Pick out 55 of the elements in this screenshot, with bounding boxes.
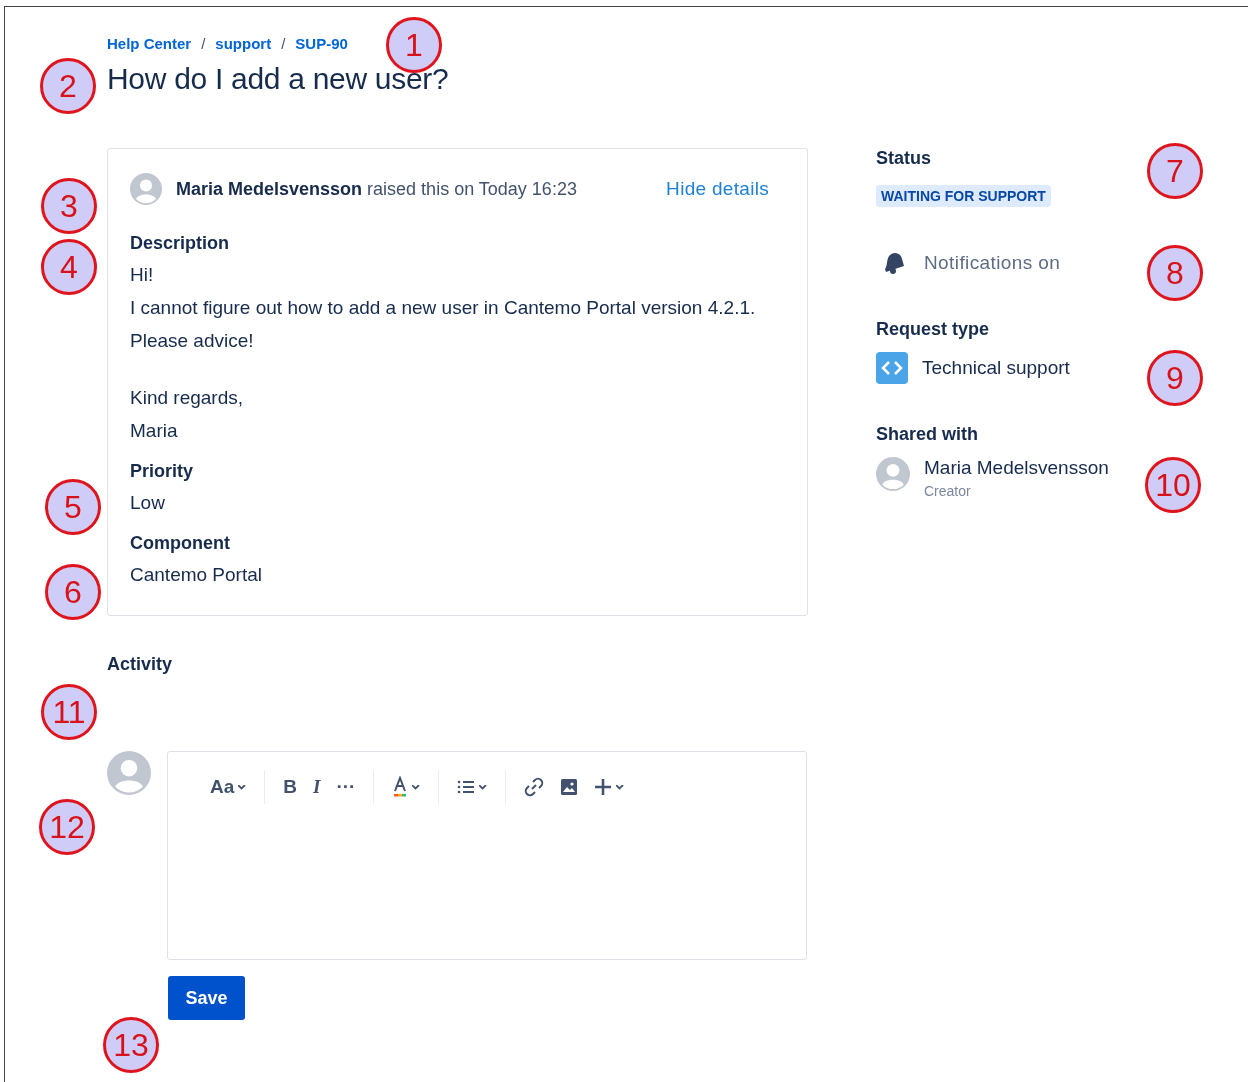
breadcrumb-link[interactable]: Help Center (107, 35, 192, 52)
field-value: Please advice! (130, 329, 255, 353)
field-value: I cannot figure out how to add a new user in Cantemo Portal version 4.2.1. (130, 296, 757, 320)
breadcrumb-separator: / (201, 35, 206, 52)
callout-number: 8 (1147, 245, 1203, 301)
bullet-list-icon (457, 779, 476, 795)
participant-role: Creator (924, 483, 972, 499)
field-label: Description (130, 233, 231, 254)
callout-number: 4 (41, 239, 97, 295)
callout-number: 7 (1147, 143, 1203, 199)
field-label: Priority (130, 461, 195, 482)
callout-number: 3 (41, 178, 97, 234)
field-value: Low (130, 491, 166, 515)
bold-button[interactable]: B (277, 772, 304, 802)
callout-number: 2 (40, 58, 96, 114)
callout-number: 5 (45, 479, 101, 535)
field-value: Maria (130, 419, 179, 443)
callout-number: 6 (45, 564, 101, 620)
request-type-label: Request type (876, 319, 991, 340)
avatar-icon (876, 457, 910, 491)
shared-with-label: Shared with (876, 424, 979, 445)
status-lozenge: WAITING FOR SUPPORT (876, 185, 1051, 207)
breadcrumb-link[interactable]: support (215, 35, 272, 52)
chevron-down-icon (412, 784, 421, 790)
callout-number: 11 (41, 684, 97, 740)
participant-name: Maria Medelsvensson (924, 457, 1109, 479)
text-color-icon (392, 776, 409, 798)
status-label: Status (876, 148, 932, 169)
field-value: Kind regards, (130, 386, 244, 410)
text-style-button[interactable]: Aa (204, 772, 253, 802)
code-icon (876, 352, 908, 384)
avatar-icon (107, 751, 151, 795)
breadcrumb-link[interactable]: SUP-90 (295, 35, 348, 52)
breadcrumb-separator: / (281, 35, 286, 52)
notifications-text[interactable]: Notifications on (924, 252, 1061, 274)
raised-by-text: Maria Medelsvensson raised this on Today 16:23 (176, 178, 578, 200)
plus-icon (594, 778, 613, 796)
field-value: Cantemo Portal (130, 563, 263, 587)
chevron-down-icon (479, 784, 488, 790)
chevron-down-icon (238, 784, 247, 790)
field-value: Hi! (130, 263, 155, 287)
activity-heading: Activity (107, 654, 174, 675)
request-type-value: Technical support (922, 357, 1070, 379)
more-button[interactable]: ··· (330, 772, 362, 802)
comment-editor[interactable]: Aa B I ··· (167, 751, 807, 960)
callout-number: 9 (1147, 350, 1203, 406)
hide-details-link[interactable]: Hide details (666, 178, 769, 200)
callout-number: 12 (39, 799, 95, 855)
callout-number: 10 (1145, 457, 1201, 513)
avatar-icon (130, 173, 162, 205)
field-label: Component (130, 533, 231, 554)
chevron-down-icon (616, 784, 625, 790)
callout-number: 13 (103, 1017, 159, 1073)
italic-button[interactable]: I (307, 772, 327, 802)
save-button[interactable]: Save (168, 976, 245, 1020)
